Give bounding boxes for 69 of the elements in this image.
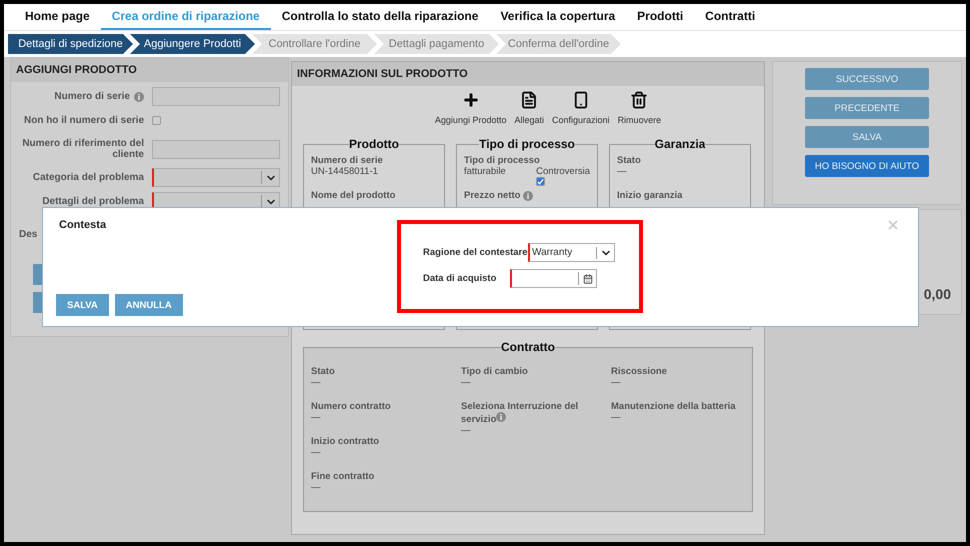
nav-tab[interactable]: Verifica la copertura: [489, 4, 626, 30]
progress-step: Controllare l'ordine: [252, 34, 377, 54]
nav-tab[interactable]: Home page: [14, 4, 101, 30]
calendar-icon: [582, 274, 592, 284]
field-label: Data di acquisto: [423, 273, 498, 284]
checkbox[interactable]: [152, 116, 161, 125]
field-value: fatturabile: [464, 166, 506, 177]
field-value: —: [311, 447, 322, 458]
trash-icon: [630, 91, 648, 109]
field-label: Fine contratto: [311, 471, 376, 482]
progress-step: Dettagli di spedizione: [8, 34, 133, 54]
field-label: Numero di serie: [311, 155, 384, 166]
toolbar-button[interactable]: Rimuovere: [618, 91, 662, 125]
action-button[interactable]: HO BISOGNO DI AIUTO: [805, 155, 929, 177]
field-label: Des: [19, 229, 38, 240]
section-title: Contratto: [501, 340, 555, 354]
date-field[interactable]: [510, 269, 597, 288]
progress-step: Aggiungere Prodotti: [130, 34, 255, 54]
section-title: Tipo di processo: [479, 137, 575, 151]
field-label: Ragione del contestare: [423, 247, 528, 258]
field-value: —: [611, 412, 622, 423]
field-label: Riscossione: [611, 366, 668, 377]
nav-tab[interactable]: Prodotti: [626, 4, 694, 30]
field-label: Manutenzione della batteria: [611, 401, 737, 412]
field-value: —: [611, 377, 622, 388]
select-field[interactable]: Warranty: [528, 243, 615, 262]
field-value: —: [461, 425, 472, 436]
field-value: —: [311, 482, 322, 493]
field-label: Seleziona Interruzione del servizio: [461, 401, 580, 425]
document-icon: [520, 91, 538, 109]
nav-tab[interactable]: Controlla lo stato della riparazione: [270, 4, 490, 30]
field-value: —: [311, 377, 322, 388]
close-icon[interactable]: [886, 218, 900, 232]
field-value: —: [617, 166, 626, 177]
progress-step: Conferma dell'ordine: [496, 34, 621, 54]
section-title: Garanzia: [654, 137, 706, 151]
field-label: Inizio garanzia: [617, 190, 684, 201]
total-amount: 0,00: [924, 286, 951, 302]
toolbar-button[interactable]: Configurazioni: [552, 91, 610, 125]
select-field[interactable]: [152, 168, 280, 187]
field-label: Stato: [311, 366, 336, 377]
section-title: Prodotto: [349, 137, 399, 151]
field-label: Numero di serie: [11, 91, 144, 102]
text-field[interactable]: [152, 140, 280, 158]
field-value: UN-14458011-1: [311, 166, 378, 177]
field-value: —: [461, 377, 472, 388]
field-label: Tipo di processo: [464, 155, 541, 166]
panel-title: INFORMAZIONI SUL PRODOTTO: [292, 62, 764, 86]
field-label: Nome del prodotto: [311, 190, 396, 201]
field-label: Categoria del problema: [32, 172, 144, 183]
progress-step: Dettagli pagamento: [374, 34, 499, 54]
field-label: Numero contratto: [311, 401, 392, 412]
text-field[interactable]: [152, 87, 280, 106]
field-label: Inizio contratto: [311, 436, 380, 447]
plus-icon: [462, 91, 480, 109]
nav-tab[interactable]: Contratti: [694, 4, 766, 30]
field-value: —: [311, 412, 322, 423]
toolbar-button[interactable]: Allegati: [514, 91, 544, 125]
field-label: Prezzo netto: [464, 190, 590, 201]
dialog-title: Contesta: [59, 219, 106, 231]
field-label: Dettagli del problema: [41, 196, 144, 207]
checkbox[interactable]: [536, 177, 546, 186]
panel-title: AGGIUNGI PRODOTTO: [11, 58, 288, 82]
toolbar-button[interactable]: Aggiungi Prodotto: [434, 91, 506, 125]
field-label: Stato: [617, 155, 642, 166]
checkbox-label: Controversia: [536, 166, 590, 177]
field-label: Non ho il numero di serie: [22, 115, 144, 126]
field-label: Tipo di cambio: [461, 366, 529, 377]
field-label: Numero di riferimento del cliente: [21, 138, 144, 160]
